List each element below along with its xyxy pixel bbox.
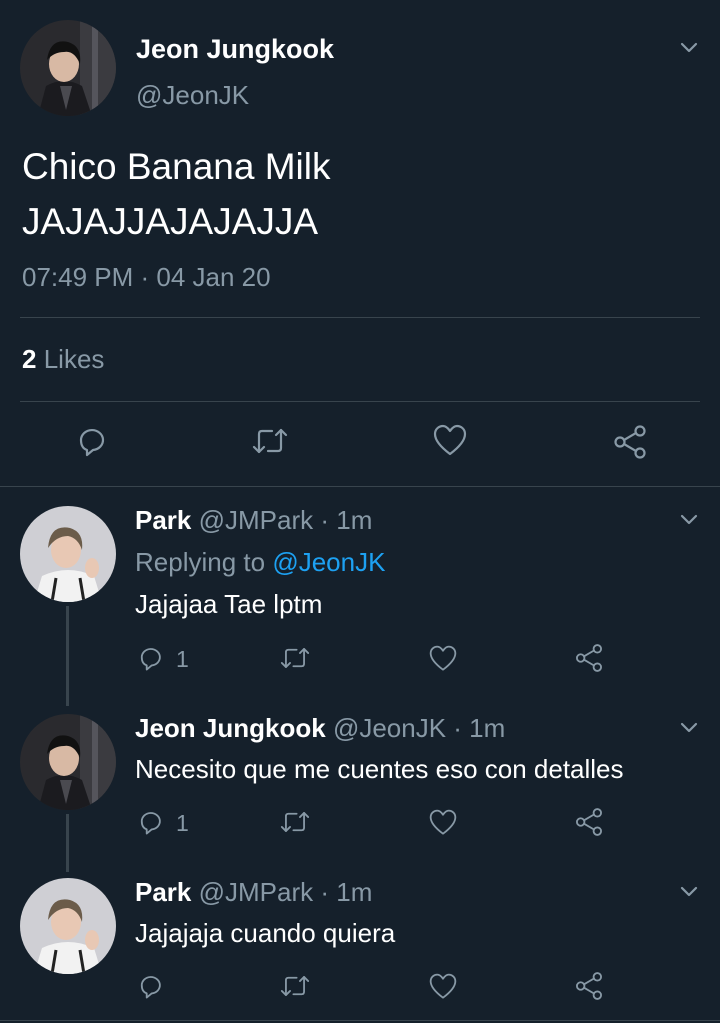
reply-text: Necesito que me cuentes eso con detalles (135, 754, 624, 784)
section-divider (0, 486, 720, 487)
likes-count: 2 (22, 344, 37, 374)
likes-label: Likes (43, 344, 105, 374)
chevron-down-icon[interactable] (678, 36, 700, 58)
reply-text: Jajajaa Tae lptm (135, 589, 323, 619)
reply-handle[interactable]: @JMPark (199, 505, 314, 535)
reply-header: Park @JMPark · 1m (135, 505, 372, 536)
share-icon[interactable] (612, 424, 648, 460)
thread-line (66, 606, 69, 706)
divider (20, 317, 700, 318)
like-icon[interactable] (428, 809, 458, 837)
like-icon[interactable] (428, 645, 458, 673)
avatar-park[interactable] (20, 506, 116, 602)
chevron-down-icon[interactable] (678, 716, 700, 738)
replying-to: Replying to @JeonJK (135, 547, 385, 578)
divider (20, 401, 700, 402)
main-tweet-text-line2: JAJAJJAJAJAJJA (22, 201, 319, 242)
main-display-name[interactable]: Jeon Jungkook (136, 34, 334, 65)
reply-count: 1 (176, 810, 189, 836)
main-tweet-timestamp[interactable]: 07:49 PM · 04 Jan 20 (22, 262, 271, 293)
retweet-icon[interactable] (278, 808, 312, 836)
reply-header: Park @JMPark · 1m (135, 877, 372, 908)
reply-time: · 1m (320, 877, 373, 907)
share-icon[interactable] (574, 643, 604, 673)
retweet-icon[interactable] (250, 424, 290, 458)
like-icon[interactable] (432, 424, 468, 458)
likes-stat[interactable]: 2 Likes (22, 344, 104, 375)
main-handle[interactable]: @JeonJK (136, 80, 249, 111)
reply-icon[interactable] (136, 972, 164, 1000)
reply-display-name[interactable]: Jeon Jungkook (135, 713, 326, 743)
reply-header: Jeon Jungkook @JeonJK · 1m (135, 713, 505, 744)
reply-icon[interactable] (136, 644, 164, 672)
avatar-park[interactable] (20, 878, 116, 974)
reply-display-name[interactable]: Park (135, 505, 191, 535)
main-tweet-text-line1: Chico Banana Milk (22, 146, 331, 187)
replying-to-link[interactable]: @JeonJK (272, 547, 385, 577)
reply-count: 1 (176, 646, 189, 672)
chevron-down-icon[interactable] (678, 508, 700, 530)
share-icon[interactable] (574, 807, 604, 837)
share-icon[interactable] (574, 971, 604, 1001)
reply-time: · 1m (453, 713, 506, 743)
reply-text: Jajajaja cuando quiera (135, 918, 396, 948)
avatar-jungkook[interactable] (20, 714, 116, 810)
reply-icon[interactable] (136, 808, 164, 836)
thread-line (66, 814, 69, 872)
reply-handle[interactable]: @JMPark (199, 877, 314, 907)
retweet-icon[interactable] (278, 644, 312, 672)
retweet-icon[interactable] (278, 972, 312, 1000)
reply-time: · 1m (320, 505, 373, 535)
chevron-down-icon[interactable] (678, 880, 700, 902)
avatar-jungkook[interactable] (20, 20, 116, 116)
reply-handle[interactable]: @JeonJK (333, 713, 446, 743)
section-divider (0, 1020, 720, 1021)
replying-prefix: Replying to (135, 547, 266, 577)
reply-display-name[interactable]: Park (135, 877, 191, 907)
reply-icon[interactable] (74, 424, 108, 458)
like-icon[interactable] (428, 973, 458, 1001)
